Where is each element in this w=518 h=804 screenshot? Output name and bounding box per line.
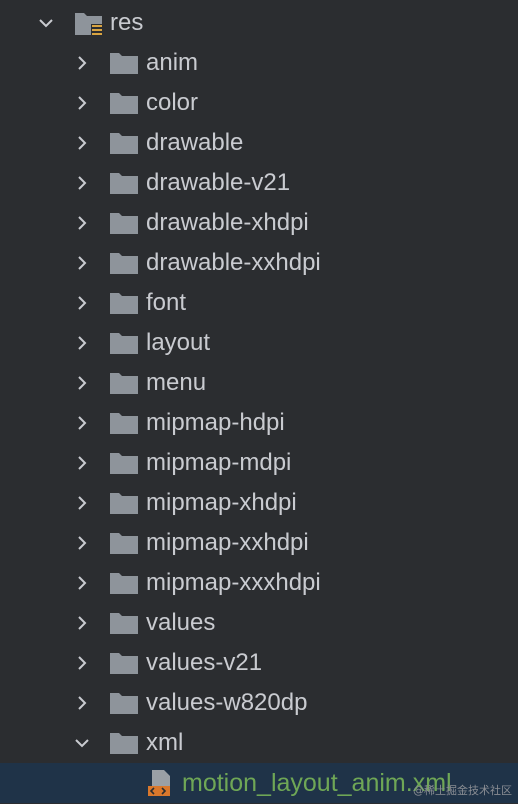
folder-icon (110, 412, 138, 434)
folder-icon (110, 372, 138, 394)
tree-item-folder[interactable]: mipmap-hdpi (0, 403, 518, 443)
chevron-right-icon[interactable] (74, 695, 90, 711)
chevron-right-icon[interactable] (74, 215, 90, 231)
folder-icon (110, 332, 138, 354)
tree-item-folder[interactable]: drawable-xxhdpi (0, 243, 518, 283)
chevron-down-icon[interactable] (74, 735, 90, 751)
tree-item-folder[interactable]: xml (0, 723, 518, 763)
tree-item-folder[interactable]: drawable (0, 123, 518, 163)
folder-icon (110, 572, 138, 594)
folder-icon (110, 52, 138, 74)
tree-item-label: layout (146, 329, 211, 356)
chevron-right-icon[interactable] (74, 535, 90, 551)
folder-icon (110, 252, 138, 274)
tree-item-label: mipmap-hdpi (146, 409, 285, 436)
tree-item-label: values-v21 (146, 649, 263, 676)
tree-item-folder[interactable]: drawable-xhdpi (0, 203, 518, 243)
chevron-right-icon[interactable] (74, 55, 90, 71)
chevron-right-icon[interactable] (74, 295, 90, 311)
xml-file-icon (146, 769, 176, 797)
tree-item-folder[interactable]: layout (0, 323, 518, 363)
tree-item-folder[interactable]: mipmap-xhdpi (0, 483, 518, 523)
tree-item-label: values-w820dp (146, 689, 308, 716)
chevron-right-icon[interactable] (74, 375, 90, 391)
chevron-right-icon[interactable] (74, 495, 90, 511)
folder-icon (110, 212, 138, 234)
tree-item-label: mipmap-xhdpi (146, 489, 297, 516)
folder-icon (110, 132, 138, 154)
tree-item-folder[interactable]: drawable-v21 (0, 163, 518, 203)
tree-item-folder[interactable]: font (0, 283, 518, 323)
chevron-right-icon[interactable] (74, 95, 90, 111)
tree-item-folder[interactable]: color (0, 83, 518, 123)
resource-folder-icon (74, 10, 104, 38)
tree-item-label: mipmap-xxhdpi (146, 529, 309, 556)
folder-icon (110, 692, 138, 714)
tree-item-folder[interactable]: values (0, 603, 518, 643)
chevron-right-icon[interactable] (74, 175, 90, 191)
folder-icon (110, 292, 138, 314)
tree-item-label: font (146, 289, 187, 316)
chevron-right-icon[interactable] (74, 135, 90, 151)
chevron-right-icon[interactable] (74, 455, 90, 471)
tree-item-label: res (110, 9, 144, 36)
tree-item-folder[interactable]: values-v21 (0, 643, 518, 683)
chevron-right-icon[interactable] (74, 575, 90, 591)
tree-item-label: motion_layout_anim.xml (182, 769, 452, 797)
chevron-right-icon[interactable] (74, 615, 90, 631)
tree-item-label: drawable (146, 129, 244, 156)
folder-icon (110, 532, 138, 554)
tree-item-label: menu (146, 369, 207, 396)
chevron-right-icon[interactable] (74, 335, 90, 351)
folder-icon (110, 452, 138, 474)
tree-item-folder[interactable]: mipmap-mdpi (0, 443, 518, 483)
folder-icon (110, 732, 138, 754)
tree-item-folder[interactable]: mipmap-xxxhdpi (0, 563, 518, 603)
tree-item-folder[interactable]: values-w820dp (0, 683, 518, 723)
tree-item-folder[interactable]: mipmap-xxhdpi (0, 523, 518, 563)
folder-icon (110, 612, 138, 634)
folder-icon (110, 652, 138, 674)
tree-item-folder[interactable]: anim (0, 43, 518, 83)
folder-icon (110, 172, 138, 194)
chevron-right-icon[interactable] (74, 415, 90, 431)
watermark: @稀土掘金技术社区 (413, 784, 512, 797)
chevron-right-icon[interactable] (74, 255, 90, 271)
folder-icon (110, 92, 138, 114)
tree-item-label: values (146, 609, 216, 636)
chevron-down-icon[interactable] (38, 15, 54, 31)
tree-item-label: anim (146, 49, 199, 76)
chevron-right-icon[interactable] (74, 655, 90, 671)
tree-item-label: drawable-v21 (146, 169, 291, 196)
tree-item-label: xml (146, 729, 184, 756)
tree-item-label: mipmap-mdpi (146, 449, 292, 476)
tree-item-res[interactable]: res (0, 3, 518, 43)
folder-icon (110, 492, 138, 514)
tree-item-folder[interactable]: menu (0, 363, 518, 403)
tree-item-label: drawable-xxhdpi (146, 249, 321, 276)
tree-item-label: mipmap-xxxhdpi (146, 569, 321, 596)
tree-item-label: color (146, 89, 199, 116)
tree-item-label: drawable-xhdpi (146, 209, 309, 236)
project-tree: res anim color drawable drawable-v21 drawabl… (0, 0, 518, 804)
